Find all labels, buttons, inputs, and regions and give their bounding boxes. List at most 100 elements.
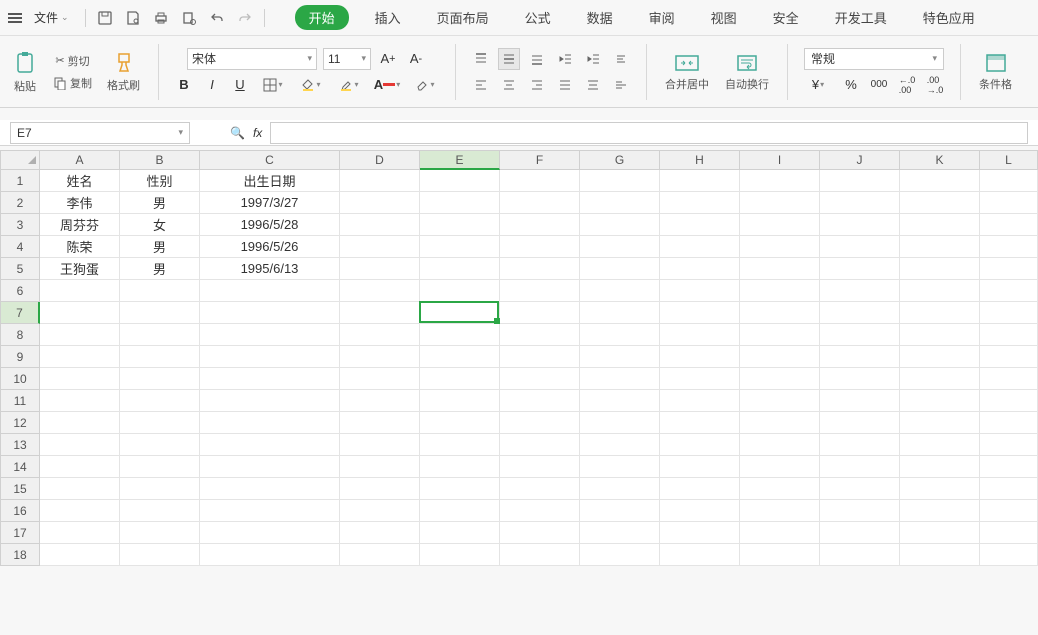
row-header-10[interactable]: 10 [0, 368, 40, 390]
tab-data[interactable]: 数据 [577, 4, 623, 31]
col-header-A[interactable]: A [40, 150, 120, 170]
cell-A12[interactable] [40, 412, 120, 434]
cell-D17[interactable] [340, 522, 420, 544]
highlight-button[interactable] [333, 74, 365, 96]
col-header-D[interactable]: D [340, 150, 420, 170]
cell-J10[interactable] [820, 368, 900, 390]
cell-F3[interactable] [500, 214, 580, 236]
row-header-14[interactable]: 14 [0, 456, 40, 478]
cell-K6[interactable] [900, 280, 980, 302]
cell-I16[interactable] [740, 500, 820, 522]
cell-K7[interactable] [900, 302, 980, 324]
cell-C5[interactable]: 1995/6/13 [200, 258, 340, 280]
font-name-select[interactable]: 宋体▾ [187, 48, 317, 70]
tab-formula[interactable]: 公式 [515, 4, 561, 31]
cell-D6[interactable] [340, 280, 420, 302]
cell-E8[interactable] [420, 324, 500, 346]
cell-F7[interactable] [500, 302, 580, 324]
cell-J4[interactable] [820, 236, 900, 258]
cell-L18[interactable] [980, 544, 1038, 566]
underline-button[interactable]: U [229, 74, 251, 96]
cell-F8[interactable] [500, 324, 580, 346]
cell-C10[interactable] [200, 368, 340, 390]
save-icon[interactable] [96, 9, 114, 27]
cell-K2[interactable] [900, 192, 980, 214]
cell-G14[interactable] [580, 456, 660, 478]
col-header-J[interactable]: J [820, 150, 900, 170]
cell-H10[interactable] [660, 368, 740, 390]
cell-B17[interactable] [120, 522, 200, 544]
cell-H11[interactable] [660, 390, 740, 412]
cell-C15[interactable] [200, 478, 340, 500]
col-header-H[interactable]: H [660, 150, 740, 170]
row-header-11[interactable]: 11 [0, 390, 40, 412]
distribute-button[interactable] [582, 74, 604, 96]
cell-B3[interactable]: 女 [120, 214, 200, 236]
col-header-E[interactable]: E [420, 150, 500, 170]
row-header-16[interactable]: 16 [0, 500, 40, 522]
merge-center-button[interactable]: 合并居中 [661, 50, 713, 94]
row-header-9[interactable]: 9 [0, 346, 40, 368]
paste-button[interactable]: 粘贴 [8, 48, 42, 96]
row-header-13[interactable]: 13 [0, 434, 40, 456]
cell-C4[interactable]: 1996/5/26 [200, 236, 340, 258]
cell-A3[interactable]: 周芬芬 [40, 214, 120, 236]
cell-I7[interactable] [740, 302, 820, 324]
cell-I13[interactable] [740, 434, 820, 456]
cell-C14[interactable] [200, 456, 340, 478]
cell-B1[interactable]: 性别 [120, 170, 200, 192]
cell-D11[interactable] [340, 390, 420, 412]
cell-I9[interactable] [740, 346, 820, 368]
cell-A17[interactable] [40, 522, 120, 544]
cell-F14[interactable] [500, 456, 580, 478]
cell-L8[interactable] [980, 324, 1038, 346]
border-button[interactable] [257, 74, 289, 96]
cell-J17[interactable] [820, 522, 900, 544]
redo-icon[interactable] [236, 9, 254, 27]
bold-button[interactable]: B [173, 74, 195, 96]
cell-L14[interactable] [980, 456, 1038, 478]
col-header-L[interactable]: L [980, 150, 1038, 170]
row-header-7[interactable]: 7 [0, 302, 40, 324]
cell-E7[interactable] [420, 302, 500, 324]
cell-F6[interactable] [500, 280, 580, 302]
cell-F10[interactable] [500, 368, 580, 390]
text-align-button[interactable] [610, 74, 632, 96]
cell-K11[interactable] [900, 390, 980, 412]
cell-J1[interactable] [820, 170, 900, 192]
italic-button[interactable]: I [201, 74, 223, 96]
cell-K3[interactable] [900, 214, 980, 236]
cell-B13[interactable] [120, 434, 200, 456]
increase-font-button[interactable]: A+ [377, 48, 399, 70]
cell-G15[interactable] [580, 478, 660, 500]
cell-C1[interactable]: 出生日期 [200, 170, 340, 192]
cell-J11[interactable] [820, 390, 900, 412]
increase-decimal-button[interactable]: ←.0.00 [896, 74, 918, 96]
cell-K4[interactable] [900, 236, 980, 258]
cell-K13[interactable] [900, 434, 980, 456]
cell-D3[interactable] [340, 214, 420, 236]
currency-button[interactable]: ¥ [802, 74, 834, 96]
cell-H14[interactable] [660, 456, 740, 478]
cell-A2[interactable]: 李伟 [40, 192, 120, 214]
cell-H8[interactable] [660, 324, 740, 346]
cell-B15[interactable] [120, 478, 200, 500]
cell-L16[interactable] [980, 500, 1038, 522]
cell-E2[interactable] [420, 192, 500, 214]
cell-J7[interactable] [820, 302, 900, 324]
cell-F12[interactable] [500, 412, 580, 434]
cell-D9[interactable] [340, 346, 420, 368]
cell-C3[interactable]: 1996/5/28 [200, 214, 340, 236]
cell-E16[interactable] [420, 500, 500, 522]
cell-H15[interactable] [660, 478, 740, 500]
cell-H2[interactable] [660, 192, 740, 214]
cell-D1[interactable] [340, 170, 420, 192]
cell-D15[interactable] [340, 478, 420, 500]
cell-D8[interactable] [340, 324, 420, 346]
cell-F1[interactable] [500, 170, 580, 192]
cell-D2[interactable] [340, 192, 420, 214]
copy-button[interactable]: 复制 [50, 74, 95, 92]
cell-K15[interactable] [900, 478, 980, 500]
col-header-I[interactable]: I [740, 150, 820, 170]
cell-L12[interactable] [980, 412, 1038, 434]
